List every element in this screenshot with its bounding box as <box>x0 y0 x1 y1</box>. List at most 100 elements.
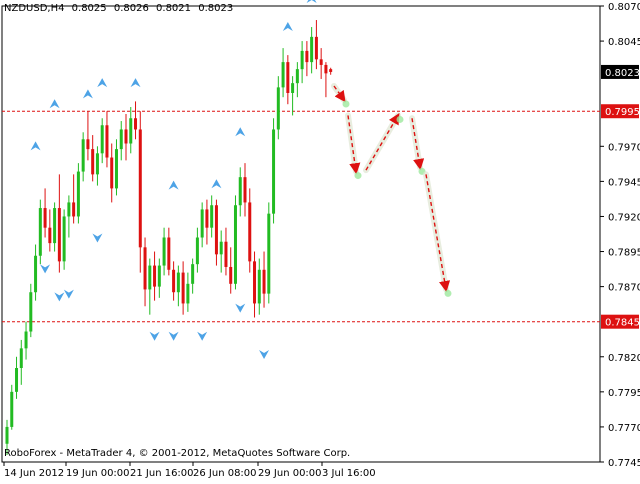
candle-body <box>233 205 237 284</box>
candle-body <box>67 202 71 217</box>
candle-body <box>329 69 333 72</box>
forecast-glow <box>354 172 362 180</box>
candle-body <box>295 69 299 84</box>
candle-body <box>162 237 166 266</box>
candle-body <box>200 209 204 238</box>
candle-body <box>157 265 161 287</box>
price-level-label: 0.7845 <box>605 318 640 329</box>
fractal-down-marker <box>63 289 74 299</box>
forecast-glow <box>342 100 350 108</box>
candle-body <box>238 177 242 206</box>
candle-body <box>114 149 118 189</box>
candle-body <box>129 118 133 144</box>
fractal-down-marker <box>40 264 51 274</box>
candle-body <box>119 129 123 150</box>
candle-body <box>153 265 157 287</box>
candle-body <box>29 292 33 332</box>
candle-body <box>134 118 138 130</box>
candle-body <box>72 202 76 217</box>
candle-body <box>100 125 104 154</box>
candle-body <box>286 62 290 93</box>
candle-body <box>229 266 233 284</box>
y-tick-label: 0.7945 <box>608 177 640 188</box>
fractal-down-marker <box>259 349 270 359</box>
candle-body <box>38 208 42 256</box>
fractal-up-marker <box>82 89 93 99</box>
fractal-down-marker <box>168 331 179 341</box>
candle-body <box>15 367 19 392</box>
candle-body <box>314 36 318 60</box>
fractal-up-marker <box>49 99 60 109</box>
fractal-down-marker <box>197 331 208 341</box>
y-tick-label: 0.7770 <box>608 423 640 434</box>
candle-body <box>86 139 90 150</box>
candle-body <box>62 216 66 262</box>
candle-body <box>5 426 9 444</box>
candle-body <box>281 62 285 88</box>
plot-frame <box>1 5 601 463</box>
fractal-down-marker <box>92 233 103 243</box>
low-value: 0.8021 <box>156 3 192 14</box>
candle-body <box>219 241 223 255</box>
x-tick-label: 29 Jun 00:00 <box>258 468 322 479</box>
y-tick-label: 0.7820 <box>608 353 640 364</box>
fractal-up-marker <box>168 180 179 190</box>
y-tick-label: 0.7895 <box>608 248 640 259</box>
candle-body <box>243 177 247 203</box>
current-price-label: 0.8023 <box>605 68 640 79</box>
x-tick-label: 19 Jun 00:00 <box>66 468 130 479</box>
fractal-up-marker <box>211 179 222 189</box>
chart-canvas: 0.8070 0.8045 0.7970 0.7945 0.7920 0.7895 0.78… <box>1 0 640 479</box>
candle-body <box>110 157 114 189</box>
candle-body <box>224 241 228 267</box>
candle-body <box>91 149 95 175</box>
fractal-up-marker <box>130 78 141 88</box>
candle-body <box>262 269 266 294</box>
candle-body <box>76 171 80 217</box>
candle-body <box>205 209 209 228</box>
candle-body <box>272 129 276 214</box>
candle-body <box>53 208 57 244</box>
candle-body <box>253 261 257 304</box>
forecast-glow <box>444 289 452 297</box>
candle-body <box>324 64 328 74</box>
candle-body <box>291 83 295 93</box>
high-value: 0.8026 <box>113 3 149 14</box>
x-tick-label: 26 Jun 08:00 <box>193 468 257 479</box>
y-tick-label: 0.7920 <box>608 212 640 223</box>
candle-body <box>148 265 152 290</box>
candle-body <box>81 139 85 172</box>
candle-body <box>267 213 271 294</box>
fractal-down-marker <box>54 292 65 302</box>
open-value: 0.8025 <box>71 3 107 14</box>
close-value: 0.8023 <box>198 3 234 14</box>
candle-body <box>214 205 218 255</box>
forecast-glow <box>396 115 404 123</box>
y-tick-label: 0.8045 <box>608 37 640 48</box>
fractal-up-marker <box>97 78 108 88</box>
candle-body <box>167 237 171 270</box>
candle-body <box>210 205 214 228</box>
y-tick-label: 0.8070 <box>608 2 640 13</box>
y-tick-label: 0.7795 <box>608 388 640 399</box>
x-tick-label: 21 Jun 16:00 <box>130 468 194 479</box>
candle-body <box>43 208 47 228</box>
candle-body <box>181 272 185 304</box>
chart-header: NZDUSD,H4 0.8025 0.8026 0.8021 0.8023 <box>4 3 237 14</box>
candle-body <box>95 153 99 175</box>
candle-body <box>57 208 61 262</box>
candle-body <box>176 272 180 293</box>
x-tick-label: 14 Jun 2012 <box>4 468 64 479</box>
candle-body <box>34 255 38 293</box>
copyright-caption: RoboForex - MetaTrader 4, © 2001-2012, M… <box>4 448 351 459</box>
fractal-up-marker <box>282 22 293 32</box>
candle-body <box>305 50 309 63</box>
candle-body <box>10 391 14 427</box>
symbol-label: NZDUSD,H4 <box>4 3 65 14</box>
candlestick-chart: 0.8070 0.8045 0.7970 0.7945 0.7920 0.7895 0.78… <box>0 0 640 480</box>
candle-body <box>172 269 176 293</box>
fractal-down-marker <box>149 331 160 341</box>
candle-body <box>48 227 52 244</box>
candle-body <box>105 125 109 158</box>
candle-body <box>19 348 23 368</box>
